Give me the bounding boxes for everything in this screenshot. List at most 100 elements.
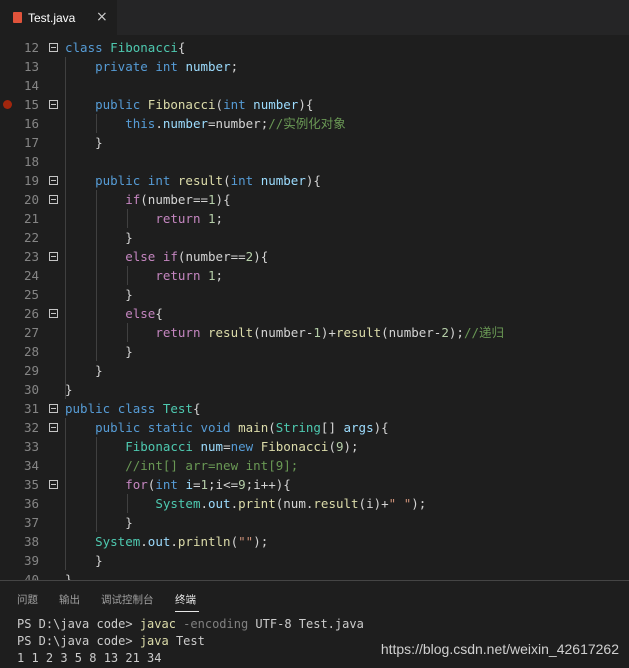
code-token: )+ <box>320 325 336 340</box>
code-text: } <box>65 551 103 570</box>
code-token: ){ <box>373 420 389 435</box>
code-token: num <box>200 439 224 454</box>
line-number: 19 <box>23 173 39 188</box>
code-line[interactable]: 39 } <box>0 551 629 570</box>
fold-collapse-icon[interactable] <box>49 423 58 432</box>
fold-collapse-icon[interactable] <box>49 176 58 185</box>
tab-test-java[interactable]: Test.java × <box>0 0 117 35</box>
code-line[interactable]: 24 return 1; <box>0 266 629 285</box>
tab-terminal[interactable]: 终端 <box>175 592 196 607</box>
code-token: for <box>125 477 148 492</box>
fold-collapse-icon[interactable] <box>49 480 58 489</box>
code-line[interactable]: 32 public static void main(String[] args… <box>0 418 629 437</box>
fold-collapse-icon[interactable] <box>49 252 58 261</box>
code-token: . <box>170 534 178 549</box>
code-line[interactable]: 20 if(number==1){ <box>0 190 629 209</box>
code-line[interactable]: 14 <box>0 76 629 95</box>
code-token: number <box>253 97 299 112</box>
code-token: Fibonacci <box>147 97 216 112</box>
code-line[interactable]: 37 } <box>0 513 629 532</box>
line-number: 30 <box>23 382 39 397</box>
code-token: . <box>155 116 163 131</box>
tab-label: Test.java <box>28 10 76 25</box>
code-editor[interactable]: 12 class Fibonacci{13 private int number;… <box>0 38 629 580</box>
code-line[interactable]: 18 <box>0 152 629 171</box>
fold-collapse-icon[interactable] <box>49 100 58 109</box>
line-number: 29 <box>23 363 39 378</box>
code-line[interactable]: 22 } <box>0 228 629 247</box>
code-token: ); <box>411 496 427 511</box>
code-line[interactable]: 26 else{ <box>0 304 629 323</box>
code-line[interactable]: 21 return 1; <box>0 209 629 228</box>
code-token: . <box>140 534 148 549</box>
code-token: ); <box>448 325 464 340</box>
terminal-option: -encoding <box>175 617 249 631</box>
fold-collapse-icon[interactable] <box>49 404 58 413</box>
terminal-command: java <box>139 634 169 648</box>
code-token: System <box>155 496 201 511</box>
terminal-line: PS D:\java code> java Test <box>17 633 205 650</box>
code-token: public <box>95 420 141 435</box>
code-line[interactable]: 13 private int number; <box>0 57 629 76</box>
fold-collapse-icon[interactable] <box>49 309 58 318</box>
code-token: ; <box>215 268 224 283</box>
code-text: Fibonacci num=new Fibonacci(9); <box>65 437 358 456</box>
code-line[interactable]: 40} <box>0 570 629 580</box>
code-token: new <box>230 439 254 454</box>
code-line[interactable]: 31 public class Test{ <box>0 399 629 418</box>
code-line[interactable]: 29 } <box>0 361 629 380</box>
code-line[interactable]: 38 System.out.println(""); <box>0 532 629 551</box>
code-token: return <box>155 268 201 283</box>
code-token: result <box>335 325 382 340</box>
code-line[interactable]: 35 for(int i=1;i<=9;i++){ <box>0 475 629 494</box>
code-text: else{ <box>65 304 163 323</box>
code-token: int <box>155 477 178 492</box>
code-line[interactable]: 16 this.number=number;//实例化对象 <box>0 114 629 133</box>
code-line[interactable]: 27 return result(number-1)+result(number… <box>0 323 629 342</box>
line-number: 32 <box>23 420 39 435</box>
code-text: else if(number==2){ <box>65 247 268 266</box>
code-token: static <box>147 420 193 435</box>
code-line[interactable]: 36 System.out.print(num.result(i)+" "); <box>0 494 629 513</box>
code-line[interactable]: 15 public Fibonacci(int number){ <box>0 95 629 114</box>
code-line[interactable]: 12 class Fibonacci{ <box>0 38 629 57</box>
fold-collapse-icon[interactable] <box>49 43 58 52</box>
tab-problems[interactable]: 问题 <box>17 592 38 607</box>
code-token: ( <box>223 173 231 188</box>
code-token: 2 <box>441 325 449 340</box>
line-number: 40 <box>23 572 39 580</box>
line-number: 28 <box>23 344 39 359</box>
close-icon[interactable]: × <box>96 9 108 25</box>
code-line[interactable]: 34 //int[] arr=new int[9]; <box>0 456 629 475</box>
code-text: public static void main(String[] args){ <box>65 418 389 437</box>
code-line[interactable]: 19 public int result(int number){ <box>0 171 629 190</box>
line-number: 34 <box>23 458 39 473</box>
code-text: public class Test{ <box>65 399 201 418</box>
line-number: 26 <box>23 306 39 321</box>
code-token: Fibonacci <box>260 439 329 454</box>
code-token: } <box>65 135 103 150</box>
code-token: this <box>125 116 156 131</box>
code-line[interactable]: 28 } <box>0 342 629 361</box>
terminal-line: PS D:\java code> javac -encoding UTF-8 T… <box>17 616 364 633</box>
code-line[interactable]: 17 } <box>0 133 629 152</box>
code-line[interactable]: 33 Fibonacci num=new Fibonacci(9); <box>0 437 629 456</box>
code-line[interactable]: 30} <box>0 380 629 399</box>
line-number: 22 <box>23 230 39 245</box>
code-line[interactable]: 23 else if(number==2){ <box>0 247 629 266</box>
code-token: if <box>162 249 178 264</box>
tab-output[interactable]: 输出 <box>59 592 80 607</box>
code-text: } <box>65 361 103 380</box>
tab-debug-console[interactable]: 调试控制台 <box>101 592 154 607</box>
line-number: 16 <box>23 116 39 131</box>
fold-collapse-icon[interactable] <box>49 195 58 204</box>
line-number: 31 <box>23 401 39 416</box>
code-line[interactable]: 25 } <box>0 285 629 304</box>
